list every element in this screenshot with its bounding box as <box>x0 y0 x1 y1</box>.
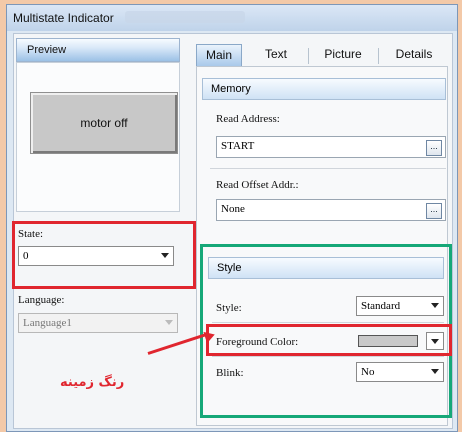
indicator-preview-text: motor off <box>80 116 128 130</box>
chevron-down-icon <box>165 320 173 325</box>
tab-separator <box>308 48 309 64</box>
read-address-value: START <box>221 140 255 152</box>
read-offset-field[interactable]: None <box>216 199 446 221</box>
preview-header: Preview <box>16 38 180 62</box>
language-select: Language1 <box>18 313 178 333</box>
tab-picture[interactable]: Picture <box>314 44 372 66</box>
read-offset-value: None <box>221 203 245 215</box>
read-offset-browse-button[interactable]: ... <box>426 203 442 219</box>
language-value: Language1 <box>23 317 72 329</box>
tab-strip: Main Text Picture Details <box>196 44 452 66</box>
blurred-title-text <box>125 11 245 23</box>
memory-group-header: Memory <box>202 78 446 100</box>
tab-separator <box>378 48 379 64</box>
tab-details[interactable]: Details <box>384 44 444 66</box>
language-label: Language: <box>18 294 65 306</box>
annotation-text: رنگ زمینه <box>60 375 125 390</box>
tab-main[interactable]: Main <box>196 44 242 66</box>
indicator-preview: motor off <box>30 92 178 154</box>
read-address-browse-button[interactable]: ... <box>426 140 442 156</box>
divider <box>210 168 446 169</box>
tab-text[interactable]: Text <box>256 44 296 66</box>
read-address-field[interactable]: START <box>216 136 446 158</box>
read-offset-label: Read Offset Addr.: <box>216 179 299 191</box>
read-address-label: Read Address: <box>216 113 280 125</box>
state-highlight-box <box>12 221 196 289</box>
window-title: Multistate Indicator <box>13 11 114 25</box>
title-bar: Multistate Indicator <box>7 5 457 31</box>
foreground-highlight-box <box>206 324 452 356</box>
